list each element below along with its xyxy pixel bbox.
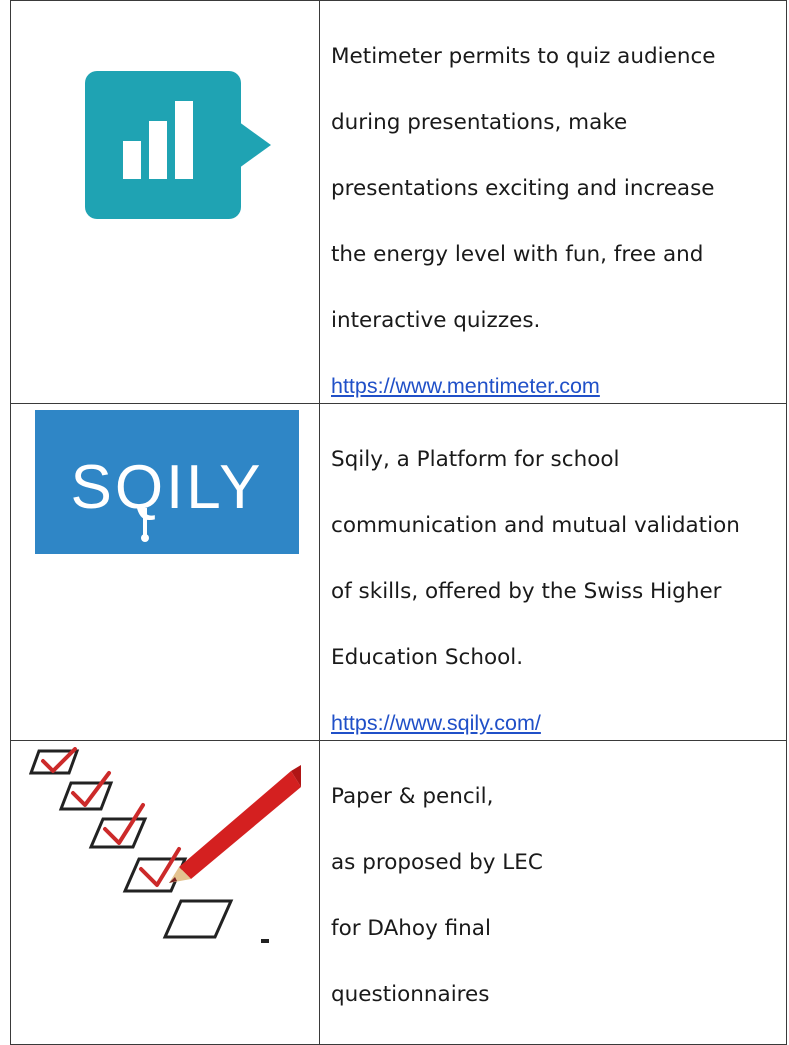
desc-line: for DAhoy final [331, 916, 491, 941]
sqily-text-cell: Sqily, a Platform for school communicati… [319, 403, 787, 741]
desc-line: of skills, offered by the Swiss Higher [331, 579, 722, 604]
mentimeter-image-cell [10, 0, 320, 404]
tools-table: Metimeter permits to quiz audience durin… [10, 0, 787, 1045]
mentimeter-text-cell: Metimeter permits to quiz audience durin… [319, 0, 787, 404]
table-row: Paper & pencil, as proposed by LEC for D… [10, 740, 787, 1045]
desc-line: communication and mutual validation [331, 513, 740, 538]
paper-text-cell: Paper & pencil, as proposed by LEC for D… [319, 740, 787, 1045]
sqily-logo-mark: SQILY [70, 453, 263, 542]
checklist-image-cell [10, 740, 320, 1045]
desc-line: as proposed by LEC [331, 850, 543, 875]
checklist-pencil-icon [29, 747, 301, 943]
sqily-logo-icon: SQILY [35, 410, 299, 554]
desc-line: Metimeter permits to quiz audience [331, 44, 716, 69]
table-row: Metimeter permits to quiz audience durin… [10, 0, 787, 404]
sqily-logo-text: SQILY [70, 453, 263, 522]
desc-line: the energy level with fun, free and [331, 242, 704, 267]
desc-line: Sqily, a Platform for school [331, 447, 620, 472]
desc-line: questionnaires [331, 982, 490, 1007]
sqily-description: Sqily, a Platform for school communicati… [331, 410, 786, 707]
desc-line: interactive quizzes. [331, 308, 541, 333]
mentimeter-description: Metimeter permits to quiz audience durin… [331, 7, 786, 370]
desc-line: Paper & pencil, [331, 784, 494, 809]
sqily-image-cell: SQILY [10, 403, 320, 741]
paper-description: Paper & pencil, as proposed by LEC for D… [331, 747, 786, 1044]
table-row: SQILY Sqily, a Platform for school commu… [10, 403, 787, 741]
desc-line: presentations exciting and increase [331, 176, 715, 201]
sqily-link[interactable]: https://www.sqily.com/ [331, 707, 541, 740]
desc-line: during presentations, make [331, 110, 628, 135]
desc-line: Education School. [331, 645, 524, 670]
mentimeter-link[interactable]: https://www.mentimeter.com [331, 370, 600, 403]
mentimeter-logo-icon [85, 71, 271, 219]
